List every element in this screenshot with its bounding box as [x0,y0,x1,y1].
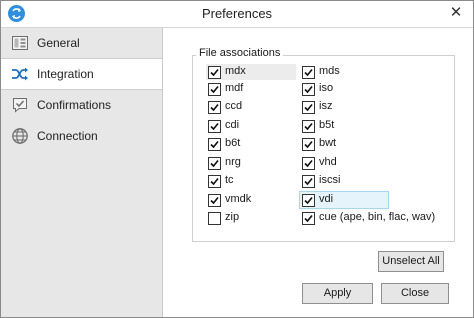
sidebar-item-integration[interactable]: Integration [1,58,162,90]
check-icon [208,157,221,170]
checkbox-label: cue (ape, bin, flac, wav) [319,211,436,223]
check-icon [208,175,221,188]
checkbox-nrg[interactable]: nrg [206,155,296,171]
checkbox-iso[interactable]: iso [300,81,388,97]
check-icon [302,157,315,170]
sidebar-item-confirmations[interactable]: Confirmations [1,90,162,120]
close-window-button[interactable]: ✕ [439,1,473,27]
sidebar-item-label: Integration [37,67,94,81]
checkbox-label: b5t [319,119,335,131]
checkbox-vhd[interactable]: vhd [300,155,388,171]
checkbox-label: b6t [225,137,241,149]
checkbox-b5t[interactable]: b5t [300,118,388,134]
sidebar-item-label: General [37,36,80,50]
checkbox-iscsi[interactable]: iscsi [300,173,388,189]
checkbox-label: vmdk [225,193,252,205]
apply-button[interactable]: Apply [302,283,373,304]
check-icon [302,212,315,225]
checkbox-label: bwt [319,137,337,149]
checkbox-cdi[interactable]: cdi [206,118,296,134]
checkbox-mds[interactable]: mds [300,64,388,80]
check-icon [302,120,315,133]
check-icon [302,194,315,207]
check-icon [208,120,221,133]
check-icon [302,175,315,188]
sidebar-item-connection[interactable]: Connection [1,121,162,151]
checkbox-label: mdx [225,65,246,77]
checkbox-label: zip [225,211,240,223]
checkbox-tc[interactable]: tc [206,173,296,189]
checkbox-label: nrg [225,156,241,168]
check-icon [208,83,221,96]
check-icon [302,66,315,79]
checkbox-label: iso [319,82,334,94]
sidebar-item-general[interactable]: General [1,28,162,58]
checkbox-vdi[interactable]: vdi [299,191,389,209]
checkbox-label: tc [225,174,234,186]
sidebar-item-label: Connection [37,129,98,143]
checkbox-vmdk[interactable]: vmdk [206,192,296,208]
checkbox-ccd[interactable]: ccd [206,99,296,115]
sidebar-item-label: Confirmations [37,98,112,112]
sidebar: General Integration Confirmations Connec… [1,28,163,317]
close-button[interactable]: Close [381,283,449,304]
preferences-window: Preferences ✕ General Integration Confir… [0,0,474,318]
checkbox-label: mds [319,65,340,77]
general-panel-icon [11,34,29,52]
check-icon [302,83,315,96]
check-icon [302,101,315,114]
check-icon [208,101,221,114]
checkbox-cue[interactable]: cue (ape, bin, flac, wav) [300,210,435,226]
checkbox-zip[interactable]: zip [206,210,296,226]
checkbox-mdf[interactable]: mdf [206,81,296,97]
check-icon [208,138,221,151]
checkbox-label: vhd [319,156,337,168]
unselect-all-button[interactable]: Unselect All [378,251,444,272]
check-icon [208,194,221,207]
checkbox-isz[interactable]: isz [300,99,388,115]
check-icon [302,138,315,151]
checkbox-label: ccd [225,100,243,112]
checkbox-label: iscsi [319,174,341,186]
confirmation-icon [11,96,29,114]
integration-panel: File associations mdx mdf ccd cdi b6t nr… [163,28,473,317]
checkbox-mdx[interactable]: mdx [206,64,296,80]
unchecked-box-icon [208,212,221,225]
checkbox-label: cdi [225,119,240,131]
title-bar: Preferences ✕ [1,1,473,28]
checkbox-label: vdi [319,193,334,205]
globe-icon [11,127,29,145]
checkbox-label: isz [319,100,333,112]
checkbox-b6t[interactable]: b6t [206,136,296,152]
checkbox-bwt[interactable]: bwt [300,136,388,152]
check-icon [208,66,221,79]
shuffle-icon [11,65,29,83]
window-title: Preferences [201,6,273,21]
file-associations-title: File associations [196,47,284,59]
checkbox-label: mdf [225,82,244,94]
